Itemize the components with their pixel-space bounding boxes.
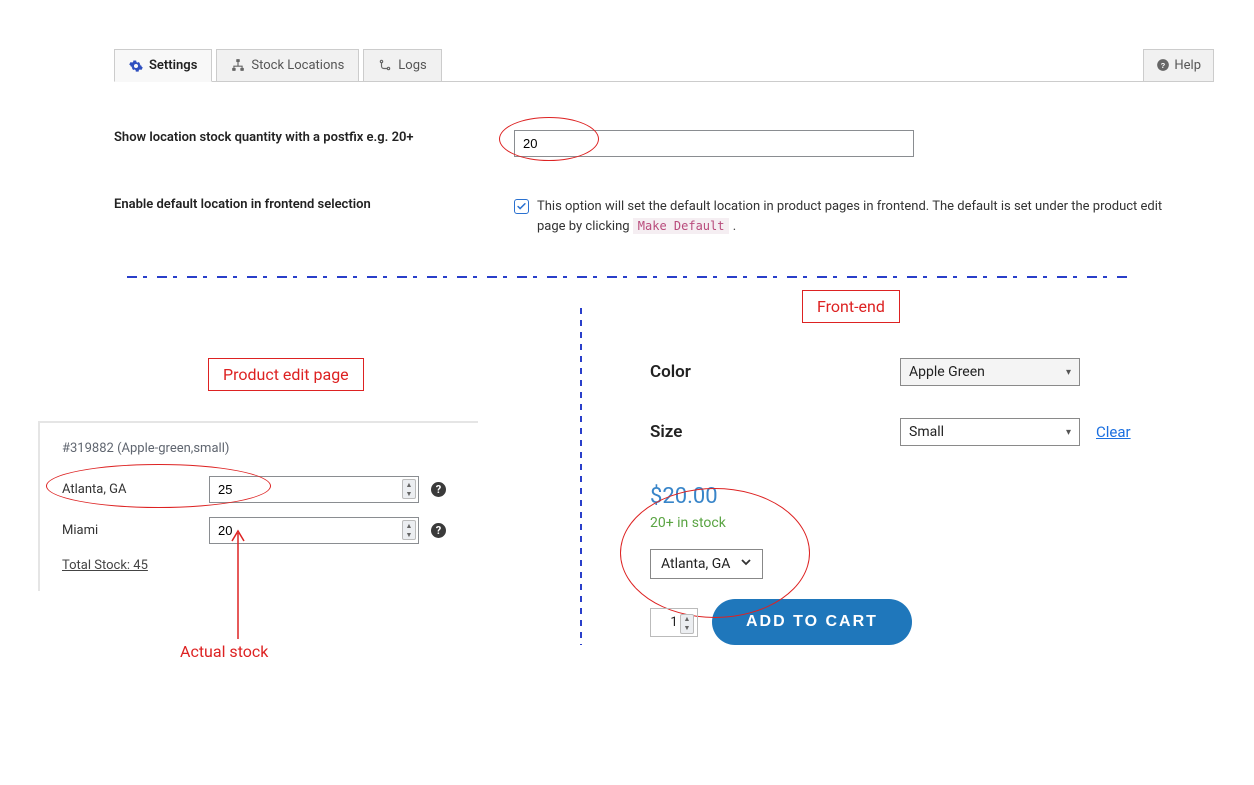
right-column: Front-end Color Apple Green ▾ Size Small… — [602, 298, 1254, 645]
desc-text: . — [733, 219, 736, 234]
total-stock: Total Stock: 45 — [62, 558, 466, 573]
add-to-cart-button[interactable]: ADD TO CART — [712, 599, 912, 645]
help-button[interactable]: ? Help — [1143, 49, 1214, 81]
setting-control — [514, 130, 1164, 157]
setting-postfix-row: Show location stock quantity with a post… — [114, 130, 1164, 157]
help-label: Help — [1174, 58, 1201, 73]
tab-label: Settings — [149, 58, 197, 73]
tab-label: Logs — [398, 58, 426, 73]
select-value: Apple Green — [909, 364, 985, 380]
help-icon[interactable]: ? — [431, 523, 446, 538]
tab-logs[interactable]: Logs — [363, 49, 441, 81]
color-select[interactable]: Apple Green ▾ — [900, 358, 1080, 386]
check-icon — [516, 201, 527, 212]
tab-stock-locations[interactable]: Stock Locations — [216, 49, 359, 81]
chevron-down-icon: ▾ — [1066, 367, 1071, 378]
product-edit-card: #319882 (Apple-green,small) Atlanta, GA … — [38, 421, 478, 591]
product-id: #319882 (Apple-green,small) — [62, 441, 466, 456]
tab-label: Stock Locations — [251, 58, 344, 73]
location-row: Atlanta, GA ▲▼ ? — [62, 476, 466, 503]
chevron-down-icon: ▾ — [1066, 427, 1071, 438]
label-actual-stock: Actual stock — [180, 642, 268, 661]
clear-link[interactable]: Clear — [1096, 423, 1131, 441]
logs-icon — [378, 58, 392, 72]
setting-control: This option will set the default locatio… — [514, 197, 1164, 236]
location-name: Miami — [62, 523, 197, 538]
location-qty-input[interactable] — [209, 476, 419, 503]
vertical-divider — [580, 308, 582, 645]
left-column: Product edit page #319882 (Apple-green,s… — [0, 298, 560, 645]
cart-row: 1 ▲▼ ADD TO CART — [650, 599, 1254, 645]
chevron-down-icon — [740, 556, 752, 572]
desc-text: This option will set the default locatio… — [537, 199, 1162, 234]
location-select[interactable]: Atlanta, GA — [650, 549, 763, 579]
tab-bar: Settings Stock Locations Logs ? Help — [114, 48, 1214, 82]
lower-section: Product edit page #319882 (Apple-green,s… — [0, 298, 1254, 645]
qty-value: 1 — [670, 615, 677, 630]
variation-row-color: Color Apple Green ▾ — [650, 358, 1254, 386]
price: $20.00 — [650, 484, 763, 509]
select-value: Atlanta, GA — [661, 556, 730, 572]
size-select[interactable]: Small ▾ — [900, 418, 1080, 446]
location-row: Miami ▲▼ ? — [62, 517, 466, 544]
location-name: Atlanta, GA — [62, 482, 197, 497]
divider — [127, 276, 1127, 278]
tab-settings[interactable]: Settings — [114, 49, 212, 82]
quantity-input[interactable]: 1 ▲▼ — [650, 608, 698, 637]
spinner-icon[interactable]: ▲▼ — [402, 479, 416, 499]
label-product-edit-page: Product edit page — [208, 358, 364, 391]
setting-description: This option will set the default locatio… — [537, 197, 1164, 236]
variation-row-size: Size Small ▾ Clear — [650, 418, 1254, 446]
variation-label: Color — [650, 362, 900, 382]
code-inline: Make Default — [633, 218, 730, 234]
setting-label: Show location stock quantity with a post… — [114, 130, 514, 145]
select-value: Small — [909, 424, 944, 440]
default-location-checkbox[interactable] — [514, 199, 529, 214]
settings-body: Show location stock quantity with a post… — [114, 130, 1164, 236]
help-icon: ? — [1156, 58, 1170, 72]
spinner-icon[interactable]: ▲▼ — [680, 614, 694, 634]
sitemap-icon — [231, 58, 245, 72]
variation-label: Size — [650, 422, 900, 442]
setting-label: Enable default location in frontend sele… — [114, 197, 514, 212]
location-qty-input[interactable] — [209, 517, 419, 544]
svg-text:?: ? — [1161, 61, 1166, 70]
help-icon[interactable]: ? — [431, 482, 446, 497]
spinner-icon[interactable]: ▲▼ — [402, 520, 416, 540]
label-frontend: Front-end — [802, 290, 900, 323]
stock-message: 20+ in stock — [650, 515, 763, 531]
setting-defaultloc-row: Enable default location in frontend sele… — [114, 197, 1164, 236]
gear-icon — [129, 59, 143, 73]
postfix-input[interactable] — [514, 130, 914, 157]
